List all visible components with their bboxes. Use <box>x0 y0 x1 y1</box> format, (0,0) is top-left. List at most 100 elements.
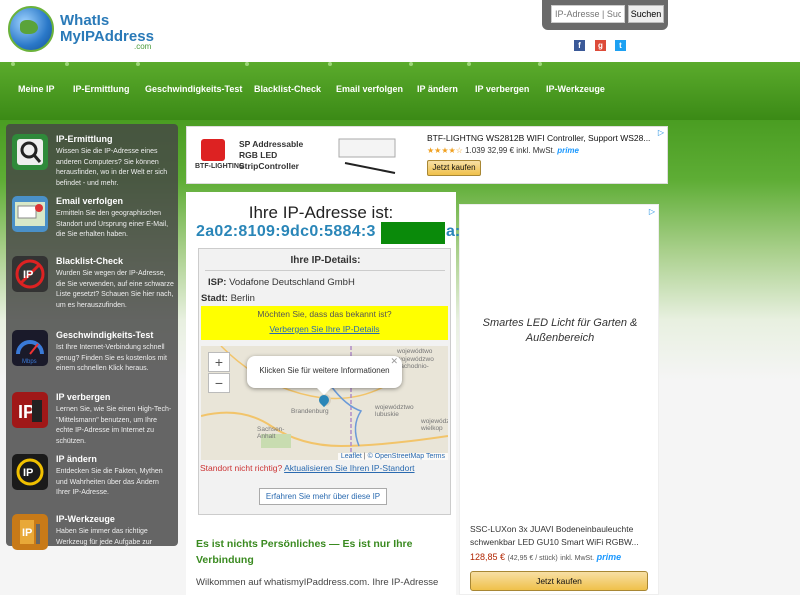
sidebar-item-title: Email verfolgen <box>56 196 124 206</box>
hide-ip-details-link[interactable]: Verbergen Sie Ihre IP-Details <box>201 324 448 334</box>
brand-logo-icon <box>201 139 225 161</box>
site-logo[interactable]: WhatIs MyIPAddress .com <box>8 6 188 56</box>
ad-brand: BTF-LIGHTING <box>195 163 245 170</box>
prime-badge: prime <box>557 146 579 155</box>
ad-rating-count: 1.039 <box>465 146 486 155</box>
email-map-icon <box>12 196 48 232</box>
side-ad-headline: Smartes LED Licht für Garten & Außenbere… <box>482 317 638 344</box>
map-label: Sachsen-Anhalt <box>257 426 285 440</box>
ip-details-panel: Ihre IP-Details: ISP: Vodafone Deutschla… <box>198 248 451 515</box>
sidebar-item-desc: Ermitteln Sie den geographischen Standor… <box>56 210 169 238</box>
twitter-icon[interactable]: t <box>615 40 626 51</box>
search-button[interactable]: Suchen <box>628 5 664 23</box>
ad-title-line1: SP Addressable <box>239 139 304 149</box>
product-image <box>335 133 407 177</box>
ip-address-value: 2a02:8109:9dc0:5884:3 <box>196 223 376 240</box>
globe-icon <box>8 6 54 52</box>
map-attribution: Leaflet | © OpenStreetMap Terms <box>337 453 448 460</box>
location-wrong-text: Standort nicht richtig? <box>200 463 283 473</box>
isp-value: Vodafone Deutschland GmbH <box>229 277 355 288</box>
sidebar-item-desc: Entdecken Sie die Fakten, Mythen und Wah… <box>56 468 163 496</box>
nav-ip-verbergen[interactable]: IP verbergen <box>475 84 529 94</box>
logo-text-line1: WhatIs <box>60 12 110 29</box>
side-ad-buy-button[interactable]: Jetzt kaufen <box>470 571 648 591</box>
details-heading: Ihre IP-Details: <box>290 255 361 266</box>
top-advertisement[interactable]: ▷ BTF-LIGHTING SP Addressable RGB LED St… <box>186 126 668 184</box>
speedometer-icon: Mbps <box>12 330 48 366</box>
page-title: Ihre IP-Adresse ist: <box>248 203 394 222</box>
ad-buy-button[interactable]: Jetzt kaufen <box>427 160 481 176</box>
ad-info-icon[interactable]: ▷ <box>649 207 655 216</box>
side-ad-unit-price: (42,95 € / stück) <box>507 555 558 562</box>
sidebar-item-title: IP-Werkzeuge <box>56 514 115 524</box>
tools-icon: IP <box>12 514 48 550</box>
ad-title-line2: RGB LED <box>239 150 278 160</box>
location-map[interactable]: + − wojewódtwo wojewódzwo zachodnio- Sac… <box>201 346 448 460</box>
svg-text:IP: IP <box>23 269 33 281</box>
logo-suffix: .com <box>134 42 152 51</box>
ad-price: 32,99 € <box>487 146 515 155</box>
prime-badge: prime <box>596 552 622 562</box>
side-ad-price: 128,85 € <box>470 552 506 562</box>
leaflet-link[interactable]: Leaflet <box>341 453 362 460</box>
privacy-question: Möchten Sie, dass das bekannt ist? <box>257 309 392 319</box>
sidebar-item-title: Blacklist-Check <box>56 256 124 266</box>
ad-price-note: inkl. MwSt. <box>516 146 555 155</box>
side-advertisement[interactable]: ▷ Smartes LED Licht für Garten & Außenbe… <box>459 204 659 595</box>
map-label: wojewódz wielkop <box>421 418 448 432</box>
zoom-in-button[interactable]: + <box>208 352 230 372</box>
svg-text:IP: IP <box>22 527 32 539</box>
sidebar-item-title: IP-Ermittlung <box>56 134 113 144</box>
main-nav: Meine IP IP-Ermittlung Geschwindigkeits-… <box>0 62 800 120</box>
magnifier-icon <box>12 134 48 170</box>
map-label: Brandenburg <box>291 408 329 415</box>
svg-text:Mbps: Mbps <box>22 359 37 365</box>
update-location-link[interactable]: Aktualisieren Sie Ihren IP-Standort <box>284 463 414 473</box>
city-value: Berlin <box>230 293 255 304</box>
ip-redaction-block <box>381 222 445 244</box>
osm-link[interactable]: © OpenStreetMap <box>368 453 425 460</box>
sidebar-item-title: IP ändern <box>56 454 97 464</box>
nav-email-verfolgen[interactable]: Email verfolgen <box>336 84 403 94</box>
nav-meine-ip[interactable]: Meine IP <box>18 84 55 94</box>
ad-product-title: BTF-LIGHTNG WS2812B WIFI Controller, Sup… <box>427 133 651 143</box>
blocked-ip-icon: IP <box>12 256 48 292</box>
search-box: Suchen <box>542 0 668 30</box>
ad-title-line3: StripController <box>239 161 299 171</box>
sidebar-item-desc: Wissen Sie die IP-Adresse eines anderen … <box>56 148 168 187</box>
rating-stars-icon: ★★★★☆ <box>427 146 463 155</box>
learn-more-button[interactable]: Erfahren Sie mehr über diese IP <box>259 488 387 505</box>
search-input[interactable] <box>551 5 625 23</box>
section-heading: Es ist nichts Persönliches — Es ist nur … <box>196 538 413 566</box>
nav-ip-ermittlung[interactable]: IP-Ermittlung <box>73 84 130 94</box>
sidebar-item-title: IP verbergen <box>56 392 111 402</box>
nav-blacklist-check[interactable]: Blacklist-Check <box>254 84 321 94</box>
googleplus-icon[interactable]: g <box>595 40 606 51</box>
map-label: województwo lubuskie <box>375 404 414 418</box>
facebook-icon[interactable]: f <box>574 40 585 51</box>
sidebar-item-title: Geschwindigkeits-Test <box>56 330 154 340</box>
change-ip-icon: IP <box>12 454 48 490</box>
terms-link[interactable]: Terms <box>426 453 445 460</box>
map-label: wojewódtwo <box>397 348 433 355</box>
svg-text:IP: IP <box>23 467 33 479</box>
nav-ip-aendern[interactable]: IP ändern <box>417 84 458 94</box>
side-ad-price-note: inkl. MwSt. <box>560 555 595 562</box>
sidebar-item-desc: Wurden Sie wegen der IP-Adresse, die Sie… <box>56 270 174 309</box>
map-popup[interactable]: Klicken Sie für weitere Informationen ✕ <box>247 356 402 395</box>
close-icon[interactable]: ✕ <box>390 346 398 376</box>
map-label: wojewódzwo zachodnio- <box>397 356 434 370</box>
side-ad-product: SSC-LUXon 3x JUAVI Bodeneinbauleuchte sc… <box>470 524 639 547</box>
city-label: Stadt: <box>201 293 228 304</box>
site-header: WhatIs MyIPAddress .com Suchen f g t <box>0 0 800 62</box>
privacy-notice: Möchten Sie, dass das bekannt ist? Verbe… <box>201 306 448 340</box>
popup-text: Klicken Sie für weitere Informationen <box>259 366 390 375</box>
sidebar-item-desc: Haben Sie immer das richtige Werkzeug fü… <box>56 528 152 546</box>
hidden-ip-icon: IP <box>12 392 48 428</box>
sidebar-item-desc: Lernen Sie, wie Sie einen High-Tech-"Mit… <box>56 406 172 445</box>
nav-ip-werkzeuge[interactable]: IP-Werkzeuge <box>546 84 605 94</box>
zoom-out-button[interactable]: − <box>208 373 230 393</box>
nav-geschwindigkeits-test[interactable]: Geschwindigkeits-Test <box>145 84 242 94</box>
isp-label: ISP: <box>208 277 227 288</box>
intro-text: Wilkommen auf whatismyIPaddress.com. Ihr… <box>196 577 439 588</box>
